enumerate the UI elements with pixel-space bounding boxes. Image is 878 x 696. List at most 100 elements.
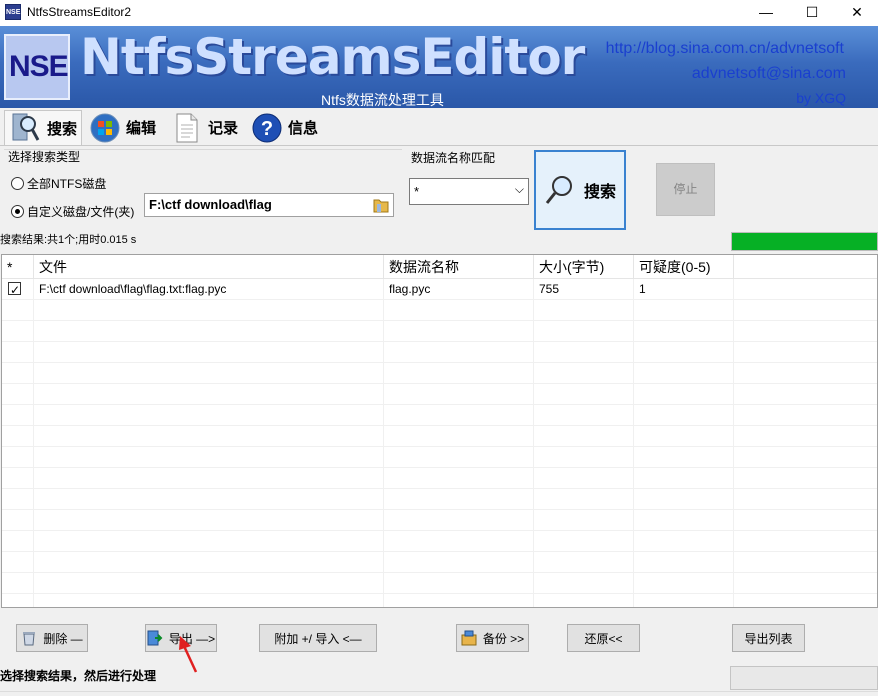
radio-all-ntfs[interactable]: 全部NTFS磁盘	[11, 175, 106, 192]
empty-cell	[534, 405, 634, 426]
empty-cell	[634, 405, 734, 426]
empty-row	[2, 363, 877, 384]
empty-row	[2, 510, 877, 531]
empty-cell	[384, 426, 534, 447]
empty-cell	[384, 384, 534, 405]
windows-orb-icon	[90, 113, 120, 143]
export-list-button[interactable]: 导出列表	[732, 624, 805, 652]
backup-icon	[461, 630, 477, 646]
header-stream-name[interactable]: 数据流名称	[384, 255, 534, 279]
empty-cell	[34, 489, 384, 510]
backup-button[interactable]: 备份 >>	[456, 624, 529, 652]
header-size[interactable]: 大小(字节)	[534, 255, 634, 279]
empty-cell	[384, 405, 534, 426]
minimize-button[interactable]: —	[743, 0, 789, 26]
restore-button[interactable]: 还原<<	[567, 624, 640, 652]
empty-row	[2, 447, 877, 468]
radio-custom-path[interactable]: 自定义磁盘/文件(夹)	[11, 203, 134, 220]
radio-all-ntfs-indicator[interactable]	[11, 177, 24, 190]
table-header: * 文件 数据流名称 大小(字节) 可疑度(0-5)	[2, 255, 877, 279]
brand-title: NtfsStreamsEditor	[80, 28, 585, 86]
email-link[interactable]: advnetsoft@sina.com	[692, 65, 846, 83]
attach-import-button[interactable]: 附加 +/ 导入 <—	[259, 624, 377, 652]
tab-info[interactable]: ? 信息	[246, 110, 326, 145]
empty-cell	[34, 321, 384, 342]
stream-name-match-select[interactable]: * ⌵	[409, 178, 529, 205]
empty-row	[2, 468, 877, 489]
empty-cell	[34, 573, 384, 594]
delete-button[interactable]: 删除 —	[16, 624, 88, 652]
chevron-down-icon[interactable]: ⌵	[515, 182, 524, 197]
progress-fill	[732, 233, 877, 250]
stream-name-match-label: 数据流名称匹配	[411, 151, 496, 165]
tab-log-label: 记录	[208, 120, 239, 137]
empty-cell	[634, 321, 734, 342]
tab-search[interactable]: 搜索	[4, 110, 82, 145]
hint-text: 选择搜索结果，然后进行处理	[0, 669, 157, 683]
recycle-bin-icon	[21, 630, 37, 646]
empty-cell	[34, 300, 384, 321]
empty-cell	[634, 384, 734, 405]
empty-cell	[534, 300, 634, 321]
tab-bar: 搜索 编辑 记录 ? 信息	[0, 108, 878, 146]
tab-edit-label: 编辑	[126, 120, 157, 137]
empty-cell	[634, 573, 734, 594]
empty-cell	[634, 531, 734, 552]
empty-cell	[34, 531, 384, 552]
backup-button-label: 备份 >>	[482, 631, 525, 646]
cell-file: F:\ctf download\flag\flag.txt:flag.pyc	[34, 279, 384, 300]
search-button[interactable]: 搜索	[534, 150, 626, 230]
empty-row	[2, 300, 877, 321]
blog-link[interactable]: http://blog.sina.com.cn/advnetsoft	[606, 40, 844, 58]
path-input[interactable]: F:\ctf download\flag	[144, 193, 394, 217]
empty-cell	[384, 468, 534, 489]
empty-cell	[2, 384, 34, 405]
stop-button[interactable]: 停止	[656, 163, 715, 216]
empty-cell	[534, 447, 634, 468]
empty-cell	[384, 573, 534, 594]
radio-custom-path-indicator[interactable]	[11, 205, 24, 218]
header-suspicion[interactable]: 可疑度(0-5)	[634, 255, 734, 279]
empty-cell	[384, 510, 534, 531]
empty-cell	[34, 447, 384, 468]
radio-custom-path-label: 自定义磁盘/文件(夹)	[27, 205, 135, 219]
empty-cell	[634, 363, 734, 384]
empty-row	[2, 573, 877, 594]
empty-row	[2, 426, 877, 447]
help-icon: ?	[252, 113, 282, 143]
empty-cell	[534, 552, 634, 573]
row-checkbox[interactable]	[8, 280, 21, 300]
magnifier-icon	[544, 174, 576, 206]
status-panel	[730, 666, 878, 690]
cell-stream-name: flag.pyc	[384, 279, 534, 300]
tab-log[interactable]: 记录	[166, 110, 244, 145]
empty-cell	[34, 405, 384, 426]
results-table[interactable]: * 文件 数据流名称 大小(字节) 可疑度(0-5) F:\ctf downlo…	[1, 254, 878, 608]
search-magnifier-icon	[11, 113, 41, 143]
empty-cell	[34, 468, 384, 489]
header-file[interactable]: 文件	[34, 255, 384, 279]
app-window: NSE NtfsStreamsEditor2 — ☐ ✕ NSE NtfsStr…	[0, 0, 878, 696]
empty-cell	[384, 489, 534, 510]
row-checkbox-cell[interactable]	[2, 279, 34, 300]
maximize-button[interactable]: ☐	[789, 0, 835, 26]
empty-cell	[2, 573, 34, 594]
empty-cell	[634, 489, 734, 510]
empty-cell	[384, 447, 534, 468]
empty-cell	[34, 510, 384, 531]
tab-search-label: 搜索	[47, 120, 78, 138]
empty-cell	[384, 531, 534, 552]
header-select[interactable]: *	[2, 255, 34, 279]
empty-row	[2, 531, 877, 552]
table-row[interactable]: F:\ctf download\flag\flag.txt:flag.pyc f…	[2, 279, 877, 300]
empty-row	[2, 552, 877, 573]
logo-text: NSE	[9, 50, 69, 83]
tab-edit[interactable]: 编辑	[84, 110, 164, 145]
empty-cell	[534, 489, 634, 510]
bottom-edge	[0, 691, 878, 696]
close-button[interactable]: ✕	[834, 0, 878, 26]
folder-browse-icon[interactable]	[372, 196, 390, 214]
window-title: NtfsStreamsEditor2	[27, 5, 132, 19]
empty-cell	[2, 510, 34, 531]
empty-row	[2, 342, 877, 363]
